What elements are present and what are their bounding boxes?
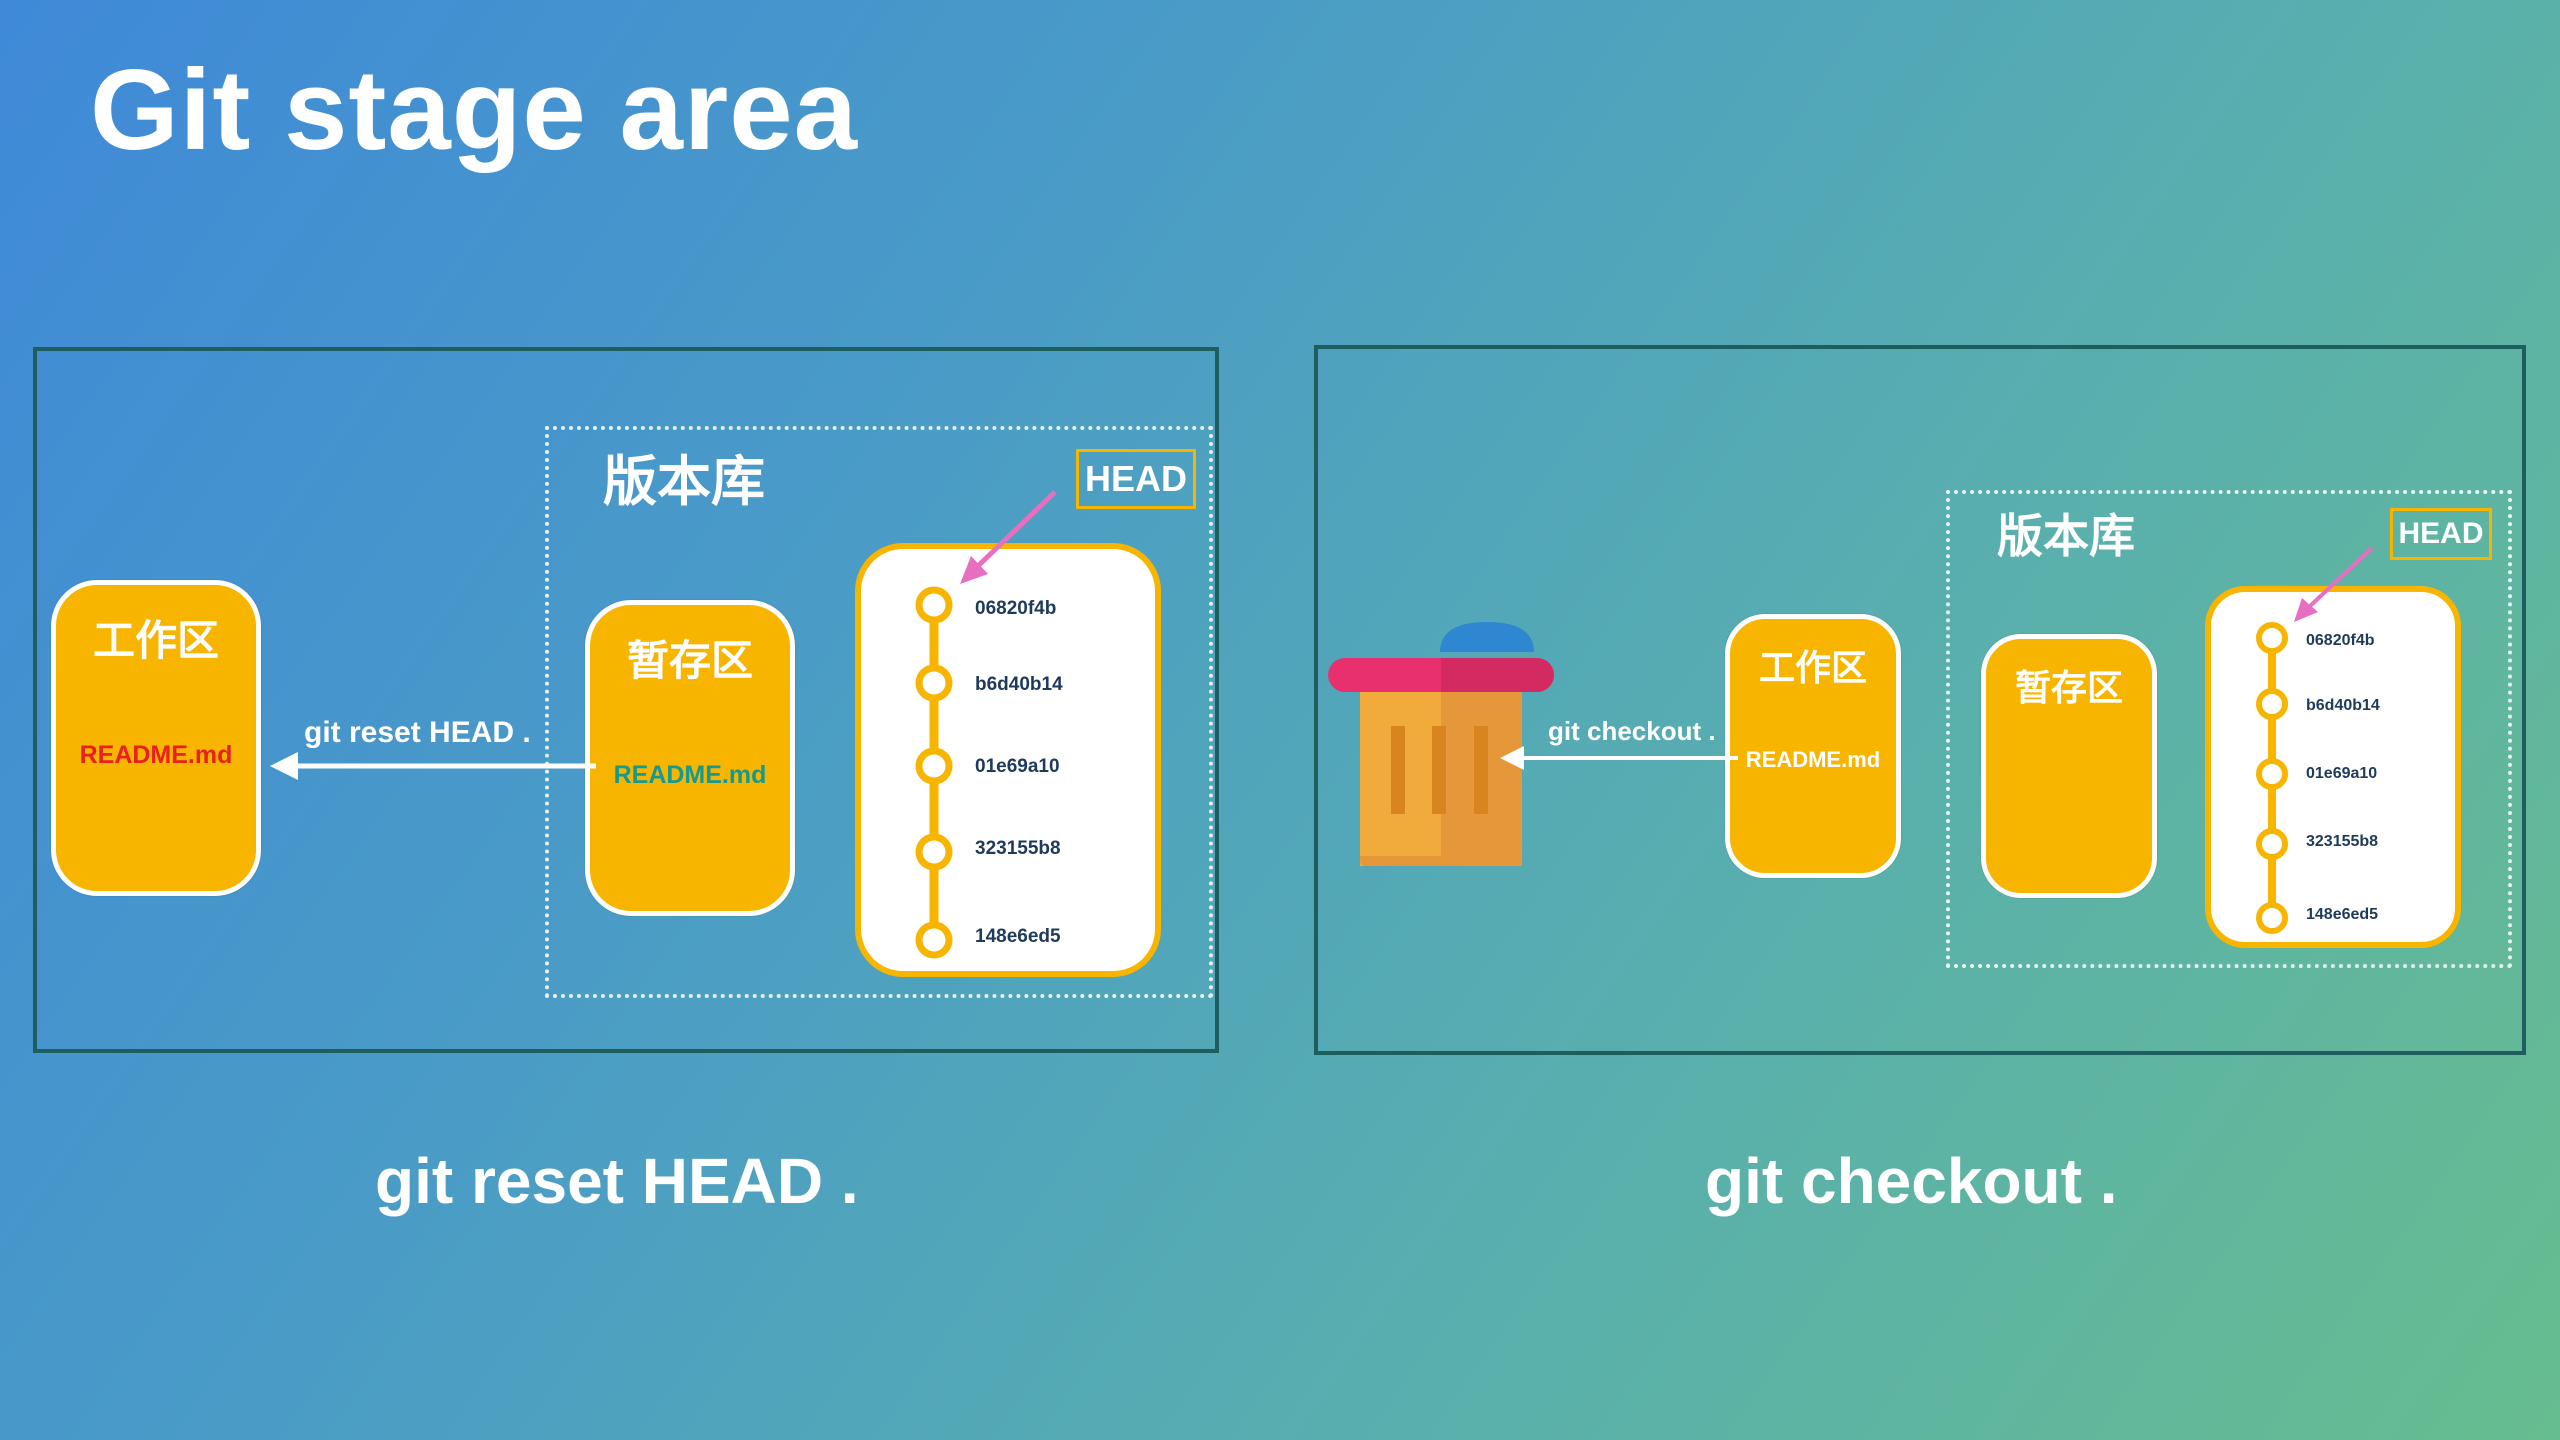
right-commit-node-2 bbox=[2256, 688, 2288, 720]
right-commit-node-1 bbox=[2256, 622, 2288, 654]
right-diagram-graphics bbox=[1500, 546, 2374, 934]
right-commit-node-4 bbox=[2256, 828, 2288, 860]
right-caption: git checkout . bbox=[1705, 1145, 2118, 1217]
right-commit-node-5 bbox=[2256, 902, 2288, 934]
right-commit-node-3 bbox=[2256, 758, 2288, 790]
right-head-pointer-line bbox=[2308, 546, 2374, 608]
right-checkout-arrowhead bbox=[1500, 746, 1524, 770]
